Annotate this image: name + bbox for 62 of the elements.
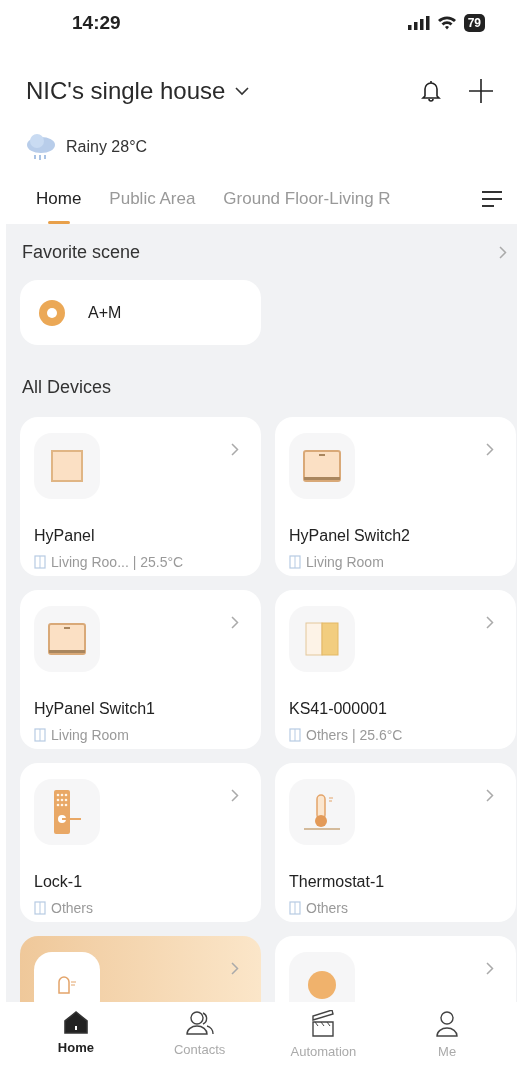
device-card[interactable]: Lock-1 Others (20, 763, 261, 922)
chevron-right-icon[interactable] (231, 789, 239, 802)
thermometer-icon (302, 792, 342, 832)
nav-tab[interactable]: Home (25, 1002, 126, 1066)
room-icon (289, 728, 301, 742)
device-room: Living Room (306, 554, 384, 570)
device-card[interactable]: Thermostat-1 Others (275, 763, 516, 922)
dual-switch-icon (305, 622, 339, 656)
room-icon (289, 555, 301, 569)
square-panel-icon (51, 450, 83, 482)
device-card[interactable]: HyPanel Living Roo... | 25.5°C (20, 417, 261, 576)
chevron-right-icon[interactable] (231, 616, 239, 629)
device-name: Lock-1 (34, 873, 84, 891)
add-icon[interactable] (467, 77, 495, 105)
room-icon (289, 901, 301, 915)
wifi-icon (436, 15, 457, 30)
person-icon (435, 1010, 460, 1038)
device-card[interactable]: HyPanel Switch2 Living Room (275, 417, 516, 576)
home-icon (62, 1010, 89, 1034)
section-title: All Devices (22, 376, 112, 398)
device-room: Living Room (51, 727, 129, 743)
sensor-icon (57, 976, 77, 994)
device-card[interactable]: KS41-000001 Others | 25.6°C (275, 590, 516, 749)
status-time: 14:29 (72, 11, 121, 34)
wall-switch-icon (303, 450, 341, 482)
battery-level: 79 (463, 13, 485, 32)
device-room: Others (51, 900, 93, 916)
door-lock-icon (52, 789, 82, 835)
scene-card[interactable]: A+M (20, 280, 261, 345)
chevron-right-icon[interactable] (486, 962, 494, 975)
device-name: HyPanel (34, 527, 96, 545)
clapperboard-icon (310, 1010, 337, 1038)
device-room: Others | 25.6°C (306, 727, 403, 743)
chevron-right-icon[interactable] (499, 245, 507, 259)
room-icon (34, 901, 46, 915)
device-card[interactable]: HyPanel Switch1 Living Room (20, 590, 261, 749)
contacts-icon (184, 1010, 215, 1036)
device-name: Thermostat-1 (289, 873, 386, 891)
room-tab[interactable]: Home (22, 174, 96, 224)
wall-switch-icon (48, 623, 86, 655)
device-name: HyPanel Switch1 (34, 700, 156, 718)
chevron-right-icon[interactable] (486, 789, 494, 802)
room-icon (34, 555, 46, 569)
chevron-right-icon[interactable] (231, 962, 239, 975)
weather-text: Rainy 28°C (66, 138, 148, 156)
bell-icon[interactable] (421, 80, 441, 102)
scene-icon (38, 298, 66, 327)
home-title[interactable]: NIC's single house (26, 77, 226, 105)
device-name: HyPanel Switch2 (289, 527, 411, 545)
chevron-right-icon[interactable] (486, 443, 494, 456)
room-icon (34, 728, 46, 742)
menu-icon[interactable] (481, 190, 503, 208)
signal-icon (407, 15, 430, 30)
chevron-right-icon[interactable] (486, 616, 494, 629)
device-room: Living Roo... | 25.5°C (51, 554, 184, 570)
device-name: KS41-000001 (289, 700, 388, 718)
round-device-icon (307, 970, 337, 1000)
chevron-down-icon[interactable] (235, 86, 250, 96)
rain-cloud-icon (24, 132, 58, 162)
device-room: Others (306, 900, 348, 916)
chevron-right-icon[interactable] (231, 443, 239, 456)
section-title: Favorite scene (22, 241, 141, 263)
